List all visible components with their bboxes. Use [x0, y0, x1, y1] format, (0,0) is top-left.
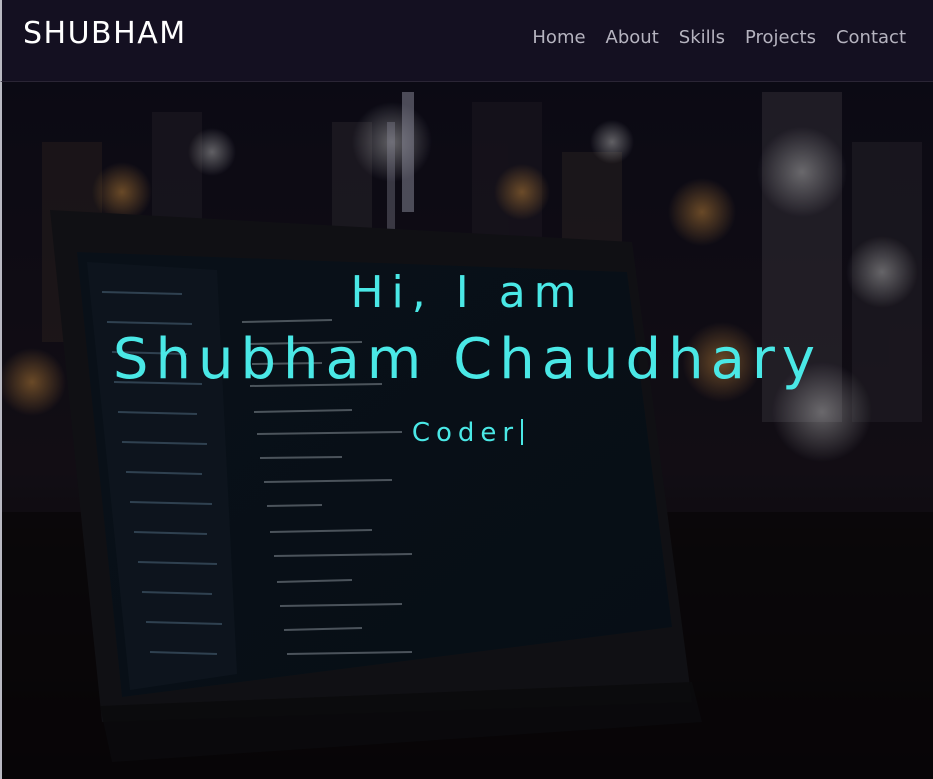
navbar: SHUBHAM Home About Skills Projects Conta…: [0, 0, 933, 82]
nav-link-skills[interactable]: Skills: [679, 27, 725, 48]
nav-link-about[interactable]: About: [606, 27, 659, 48]
hero-name: Shubham Chaudhary: [112, 327, 823, 392]
page: SHUBHAM Home About Skills Projects Conta…: [0, 0, 933, 779]
hero-section: Hi, I am Shubham Chaudhary Coder: [0, 82, 933, 779]
brand-logo[interactable]: SHUBHAM: [23, 16, 187, 51]
nav-links: Home About Skills Projects Contact: [532, 27, 906, 48]
hero-greeting: Hi, I am: [350, 267, 585, 318]
hero-role: Coder: [2, 418, 933, 448]
nav-link-projects[interactable]: Projects: [745, 27, 816, 48]
hero-role-text: Coder: [411, 418, 520, 448]
nav-link-contact[interactable]: Contact: [836, 27, 906, 48]
typing-cursor: [521, 419, 524, 445]
hero-text: Hi, I am Shubham Chaudhary Coder: [2, 82, 933, 779]
nav-link-home[interactable]: Home: [532, 27, 585, 48]
